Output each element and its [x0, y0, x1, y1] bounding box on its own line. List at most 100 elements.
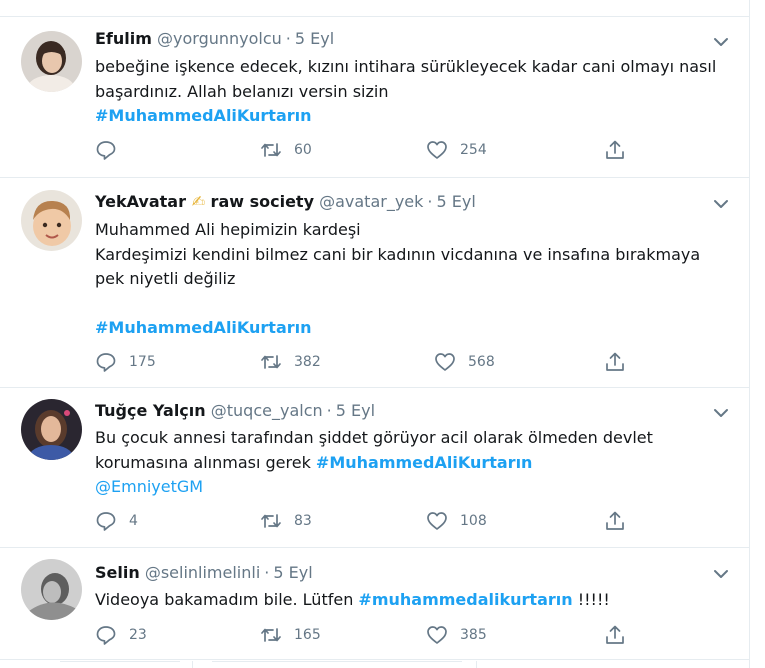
writing-hand-emoji: ✍ — [191, 192, 205, 211]
heart-icon — [427, 512, 447, 530]
retweet-icon — [261, 514, 281, 528]
share-icon — [606, 625, 624, 644]
retweet-button[interactable]: 83 — [260, 510, 312, 532]
retweet-button[interactable]: 165 — [260, 624, 321, 646]
heart-icon — [427, 141, 447, 159]
tweet-text: bebeğine işkence edecek, kızını intihara… — [95, 55, 735, 129]
retweet-count: 165 — [294, 627, 321, 643]
heart-icon — [427, 626, 447, 644]
tweet-line: bebeğine işkence edecek, kızını intihara… — [95, 57, 717, 76]
retweet-icon — [261, 355, 281, 369]
user-handle[interactable]: @tuqce_yalcn — [211, 401, 323, 420]
tweet[interactable]: Efulim @yorgunnyolcu · 5 Eyl bebeğine işke… — [0, 17, 750, 178]
user-handle[interactable]: @yorgunnyolcu — [157, 29, 282, 48]
heart-icon — [435, 353, 455, 371]
user-handle[interactable]: @avatar_yek — [319, 192, 423, 211]
chevron-down-icon[interactable] — [712, 407, 730, 419]
separator: · — [285, 29, 291, 48]
divider — [60, 661, 180, 662]
separator: · — [427, 192, 433, 211]
separator: · — [326, 401, 332, 420]
retweet-icon — [261, 628, 281, 642]
retweet-button[interactable]: 382 — [260, 351, 321, 373]
hashtag-link[interactable]: #MuhammedAliKurtarın — [95, 318, 312, 337]
avatar[interactable] — [21, 399, 82, 460]
reply-button[interactable]: 175 — [95, 351, 156, 373]
tweet-header: Selin @selinlimelinli · 5 Eyl — [95, 562, 313, 584]
like-count: 568 — [468, 354, 495, 370]
avatar[interactable] — [21, 559, 82, 620]
hashtag-link[interactable]: #MuhammedAliKurtarın — [95, 106, 312, 125]
tweet-line: Kardeşimizi kendini bilmez cani bir kadı… — [95, 244, 701, 264]
retweet-count: 60 — [294, 142, 312, 158]
tweet-line: Videoya bakamadım bile. Lütfen — [95, 590, 359, 609]
retweet-button[interactable]: 60 — [260, 139, 312, 161]
tweet-header: Tuğçe Yalçın @tuqce_yalcn · 5 Eyl — [95, 400, 375, 422]
reply-button[interactable] — [95, 139, 129, 161]
tweet-date[interactable]: 5 Eyl — [295, 29, 334, 48]
like-button[interactable]: 254 — [426, 139, 487, 161]
user-name[interactable]: Tuğçe Yalçın — [95, 401, 206, 420]
tweet-text: Bu çocuk annesi tarafından şiddet görüyo… — [95, 426, 735, 500]
reply-button[interactable]: 4 — [95, 510, 138, 532]
tweet-line: pek niyetli değiliz — [95, 269, 236, 288]
separator: · — [264, 563, 270, 582]
tweet[interactable]: Tuğçe Yalçın @tuqce_yalcn · 5 Eyl Bu çocuk… — [0, 388, 750, 548]
chevron-down-icon[interactable] — [712, 568, 730, 580]
chevron-down-icon[interactable] — [712, 198, 730, 210]
user-name[interactable]: Selin — [95, 563, 140, 582]
share-icon — [606, 511, 624, 530]
tweet-text: Muhammed Ali hepimizin kardeşi Kardeşimi… — [95, 218, 735, 341]
share-button[interactable] — [604, 351, 626, 373]
reply-icon — [96, 141, 116, 160]
tweet-line: Muhammed Ali hepimizin kardeşi — [95, 220, 361, 239]
tweet-date[interactable]: 5 Eyl — [437, 192, 476, 211]
divider — [212, 661, 462, 662]
share-button[interactable] — [604, 510, 626, 532]
avatar[interactable] — [21, 190, 82, 251]
tweet-header: Efulim @yorgunnyolcu · 5 Eyl — [95, 28, 334, 50]
tweet-line: Bu çocuk annesi tarafından şiddet görüyo… — [95, 428, 653, 447]
tweet-line: !!!!! — [572, 590, 610, 609]
timeline: Efulim @yorgunnyolcu · 5 Eyl bebeğine işke… — [0, 0, 750, 668]
tweet-actions: 60 254 — [95, 139, 655, 163]
retweet-icon — [261, 143, 281, 157]
mention-link[interactable]: @EmniyetGM — [95, 477, 203, 496]
like-count: 254 — [460, 142, 487, 158]
tweet-actions: 175 382 568 — [95, 351, 655, 375]
share-button[interactable] — [604, 624, 626, 646]
user-handle[interactable]: @selinlimelinli — [145, 563, 260, 582]
divider — [192, 661, 193, 668]
tweet-text: Videoya bakamadım bile. Lütfen #muhammed… — [95, 588, 735, 613]
tweet-actions: 23 165 385 — [95, 624, 655, 648]
reply-button[interactable]: 23 — [95, 624, 147, 646]
retweet-count: 382 — [294, 354, 321, 370]
chevron-down-icon[interactable] — [712, 36, 730, 48]
tweet-line: korumasına alınması gerek — [95, 452, 316, 472]
tweet[interactable]: YekAvatar ✍ raw society @avatar_yek · 5 Ey… — [0, 178, 750, 388]
hashtag-link[interactable]: #MuhammedAliKurtarın — [316, 453, 533, 472]
like-button[interactable]: 568 — [434, 351, 495, 373]
share-icon — [606, 352, 624, 371]
tweet-actions: 4 83 108 — [95, 510, 655, 534]
like-button[interactable]: 108 — [426, 510, 487, 532]
tweet-header: YekAvatar ✍ raw society @avatar_yek · 5 Ey… — [95, 191, 476, 213]
tweet-date[interactable]: 5 Eyl — [273, 563, 312, 582]
reply-count: 175 — [129, 354, 156, 370]
hashtag-link[interactable]: #muhammedalikurtarın — [358, 590, 572, 609]
share-icon — [606, 140, 624, 159]
tweet-date[interactable]: 5 Eyl — [336, 401, 375, 420]
tweet-line: başardınız. Allah belanızı versin sizin — [95, 81, 389, 101]
reply-icon — [96, 353, 116, 372]
reply-count: 23 — [129, 627, 147, 643]
share-button[interactable] — [604, 139, 626, 161]
reply-count: 4 — [129, 513, 138, 529]
like-button[interactable]: 385 — [426, 624, 487, 646]
user-name[interactable]: YekAvatar ✍ raw society — [95, 192, 314, 211]
avatar[interactable] — [21, 31, 82, 92]
like-count: 385 — [460, 627, 487, 643]
retweet-count: 83 — [294, 513, 312, 529]
tweet[interactable]: Selin @selinlimelinli · 5 Eyl Videoya baka… — [0, 548, 750, 660]
reply-icon — [96, 512, 116, 531]
user-name[interactable]: Efulim — [95, 29, 152, 48]
